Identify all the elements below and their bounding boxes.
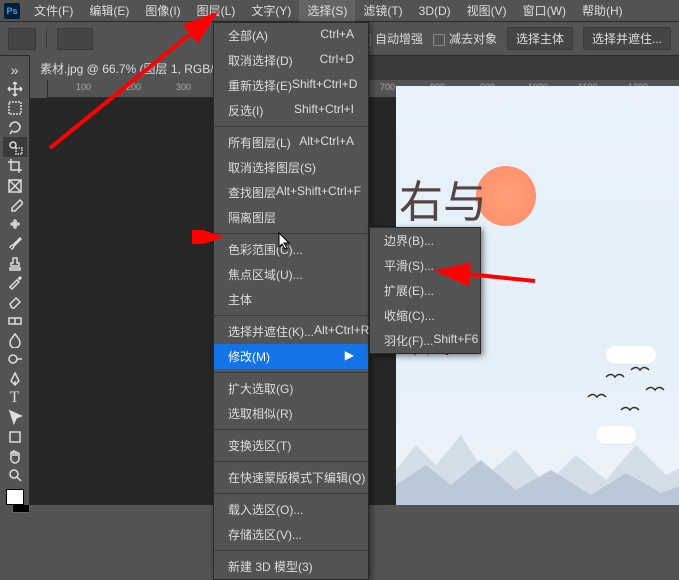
move-tool-icon[interactable] [3, 79, 27, 98]
menu-divider [214, 372, 368, 373]
shape-tool-icon[interactable] [3, 427, 27, 446]
hand-tool-icon[interactable] [3, 446, 27, 465]
cursor-icon [278, 232, 292, 250]
submenu-arrow-icon: ▶ [345, 348, 354, 365]
bird-icon [629, 364, 651, 374]
menu-divider [214, 461, 368, 462]
eraser-tool-icon[interactable] [3, 292, 27, 311]
menubar: Ps 文件(F) 编辑(E) 图像(I) 图层(L) 文字(Y) 选择(S) 滤… [0, 0, 679, 22]
submenu-item-contract[interactable]: 收缩(C)... [370, 303, 480, 328]
menu-item-subject[interactable]: 主体 [214, 287, 368, 312]
menu-help[interactable]: 帮助(H) [574, 0, 631, 22]
toolbox-toggle-icon[interactable]: » [3, 60, 27, 79]
dodge-tool-icon[interactable] [3, 350, 27, 369]
menu-view[interactable]: 视图(V) [459, 0, 515, 22]
menu-item-quick-mask[interactable]: 在快速蒙版模式下编辑(Q) [214, 465, 368, 490]
ruler-tick: 200 [126, 82, 141, 92]
menu-window[interactable]: 窗口(W) [515, 0, 574, 22]
submenu-item-feather[interactable]: 羽化(F)...Shift+F6 [370, 328, 480, 353]
ruler-tick: 100 [76, 82, 91, 92]
toolbox: » T [0, 56, 30, 505]
menu-item-all-layers[interactable]: 所有图层(L)Alt+Ctrl+A [214, 130, 368, 155]
menu-item-transform-selection[interactable]: 变换选区(T) [214, 433, 368, 458]
menu-filter[interactable]: 滤镜(T) [355, 0, 410, 22]
subtract-checkbox[interactable] [433, 34, 445, 46]
marquee-tool-icon[interactable] [3, 99, 27, 118]
submenu-item-smooth[interactable]: 平滑(S)... [370, 253, 480, 278]
eyedropper-tool-icon[interactable] [3, 195, 27, 214]
menu-item-isolate-layers[interactable]: 隔离图层 [214, 205, 368, 230]
menu-item-new-3d[interactable]: 新建 3D 模型(3) [214, 554, 368, 579]
mountains-graphic [396, 385, 679, 505]
lasso-tool-icon[interactable] [3, 118, 27, 137]
color-swatch[interactable] [6, 489, 24, 505]
cloud-graphic [606, 346, 656, 364]
separator [46, 29, 47, 49]
menu-select[interactable]: 选择(S) [299, 0, 355, 22]
crop-tool-icon[interactable] [3, 157, 27, 176]
subtract-label: 减去对象 [449, 32, 497, 46]
menu-item-reselect[interactable]: 重新选择(E)Shift+Ctrl+D [214, 73, 368, 98]
ruler-tick: 300 [176, 82, 191, 92]
auto-enhance-label: 自动增强 [375, 32, 423, 46]
bird-icon [604, 371, 626, 381]
menu-item-similar[interactable]: 选取相似(R) [214, 401, 368, 426]
gradient-tool-icon[interactable] [3, 311, 27, 330]
app-logo: Ps [4, 3, 20, 19]
menu-item-deselect-layers[interactable]: 取消选择图层(S) [214, 155, 368, 180]
select-subject-button[interactable]: 选择主体 [507, 27, 573, 50]
select-and-mask-button[interactable]: 选择并遮住... [583, 27, 671, 50]
menu-item-find-layers[interactable]: 查找图层Alt+Shift+Ctrl+F [214, 180, 368, 205]
menu-divider [214, 315, 368, 316]
menu-type[interactable]: 文字(Y) [243, 0, 299, 22]
blur-tool-icon[interactable] [3, 330, 27, 349]
menu-layer[interactable]: 图层(L) [189, 0, 244, 22]
menu-edit[interactable]: 编辑(E) [81, 0, 137, 22]
menu-item-select-all[interactable]: 全部(A)Ctrl+A [214, 23, 368, 48]
canvas-text-1: 右与 [399, 166, 487, 230]
path-select-tool-icon[interactable] [3, 408, 27, 427]
healing-tool-icon[interactable] [3, 215, 27, 234]
zoom-tool-icon[interactable] [3, 466, 27, 485]
menu-item-modify[interactable]: 修改(M)▶ [214, 344, 368, 369]
text-tool-icon[interactable]: T [3, 388, 27, 407]
select-menu-dropdown: 全部(A)Ctrl+A 取消选择(D)Ctrl+D 重新选择(E)Shift+C… [213, 22, 369, 580]
quick-select-tool-icon[interactable] [3, 137, 27, 156]
menu-item-save-selection[interactable]: 存储选区(V)... [214, 522, 368, 547]
menu-divider [214, 429, 368, 430]
stamp-tool-icon[interactable] [3, 253, 27, 272]
menu-item-inverse[interactable]: 反选(I)Shift+Ctrl+I [214, 98, 368, 123]
brush-tool-icon[interactable] [3, 234, 27, 253]
submenu-item-expand[interactable]: 扩展(E)... [370, 278, 480, 303]
frame-tool-icon[interactable] [3, 176, 27, 195]
history-brush-tool-icon[interactable] [3, 272, 27, 291]
pen-tool-icon[interactable] [3, 369, 27, 388]
menu-item-deselect[interactable]: 取消选择(D)Ctrl+D [214, 48, 368, 73]
menu-item-focus-area[interactable]: 焦点区域(U)... [214, 262, 368, 287]
menu-divider [214, 126, 368, 127]
menu-item-select-and-mask[interactable]: 选择并遮住(K)...Alt+Ctrl+R [214, 319, 368, 344]
menu-item-grow[interactable]: 扩大选取(G) [214, 376, 368, 401]
menu-file[interactable]: 文件(F) [26, 0, 81, 22]
ruler-tick: 700 [380, 82, 395, 92]
menu-divider [214, 493, 368, 494]
menu-image[interactable]: 图像(I) [137, 0, 188, 22]
tool-preset-icon[interactable] [8, 28, 36, 50]
modify-submenu: 边界(B)... 平滑(S)... 扩展(E)... 收缩(C)... 羽化(F… [369, 227, 481, 354]
submenu-item-border[interactable]: 边界(B)... [370, 228, 480, 253]
menu-divider [214, 550, 368, 551]
menu-item-load-selection[interactable]: 载入选区(O)... [214, 497, 368, 522]
menu-3d[interactable]: 3D(D) [411, 1, 459, 21]
brush-preview-icon[interactable] [57, 28, 93, 50]
document-tab-title: 素材.jpg @ 66.7% (图层 1, RGB/8) [40, 62, 224, 76]
